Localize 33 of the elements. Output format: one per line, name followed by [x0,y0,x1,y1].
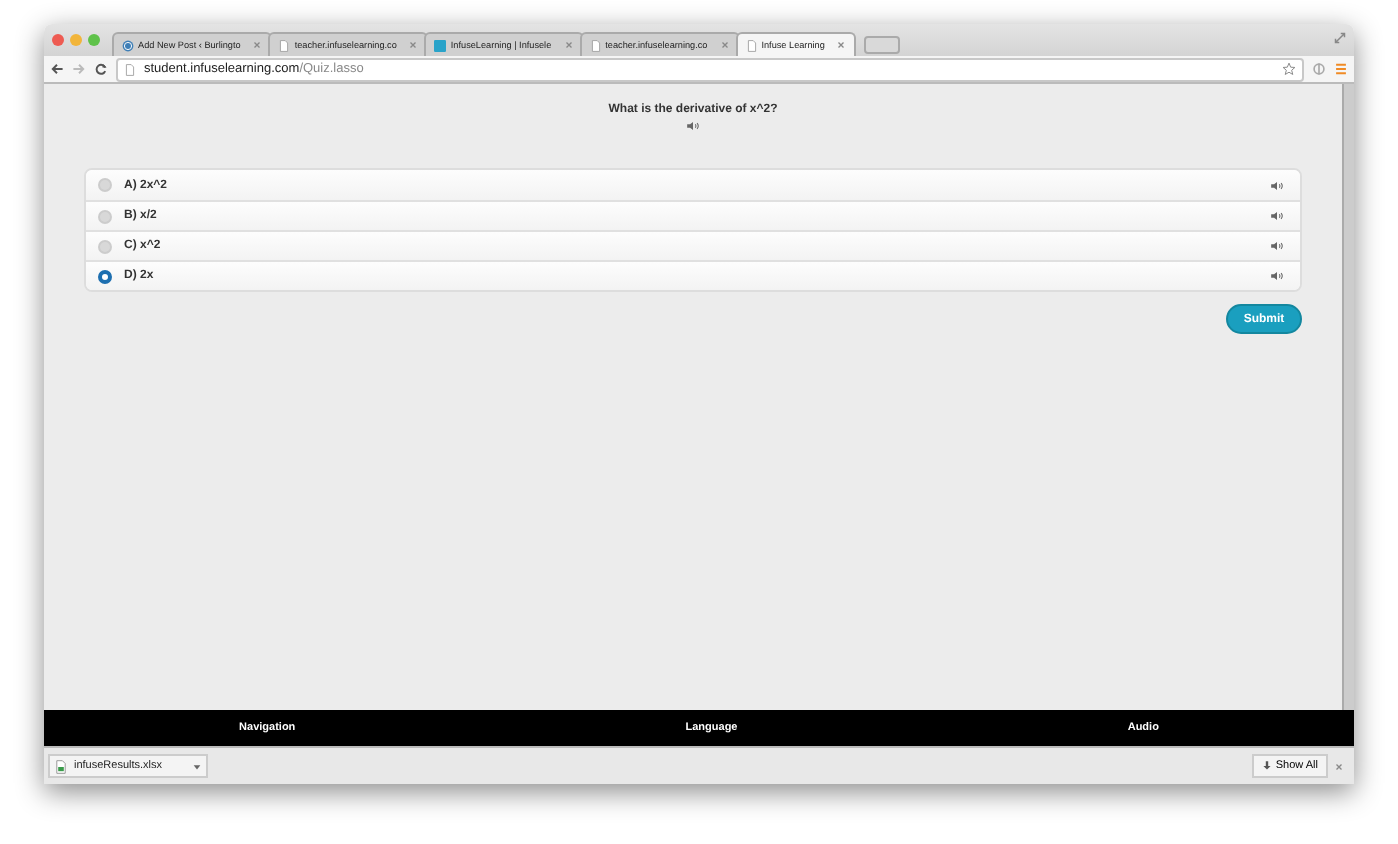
close-tab-icon[interactable] [836,40,847,50]
speaker-icon[interactable] [1270,240,1284,252]
radio-button[interactable] [98,269,112,283]
back-icon[interactable] [50,62,64,76]
close-icon[interactable] [1334,761,1344,771]
close-tab-icon[interactable] [252,40,263,50]
close-tab-icon[interactable] [408,40,419,50]
star-icon[interactable] [1282,62,1296,76]
forward-icon[interactable] [72,62,86,76]
close-tab-icon[interactable] [563,40,574,50]
close-tab-icon[interactable] [719,40,730,50]
menu-icon[interactable] [1334,62,1348,76]
minimize-icon[interactable] [70,34,82,46]
globe-icon [122,39,134,51]
site-icon [434,39,447,51]
speaker-icon[interactable] [1270,210,1284,222]
download-icon [1261,760,1272,772]
caret-icon[interactable] [192,761,202,771]
speaker-icon[interactable] [1270,270,1284,282]
zoom-icon[interactable] [88,34,100,46]
spreadsheet-icon [54,759,68,773]
speaker-icon[interactable] [686,120,700,132]
speaker-icon[interactable] [1270,179,1284,191]
page-icon [589,39,602,51]
page-icon [124,63,136,75]
page-icon [278,39,291,51]
page-icon [745,39,758,51]
extension-icon[interactable] [1312,62,1326,76]
reload-icon[interactable] [94,62,108,76]
scrollbar[interactable] [1342,84,1354,710]
fullscreen-icon[interactable] [1334,32,1346,44]
close-icon[interactable] [52,34,64,46]
new-tab-button[interactable] [864,36,901,54]
